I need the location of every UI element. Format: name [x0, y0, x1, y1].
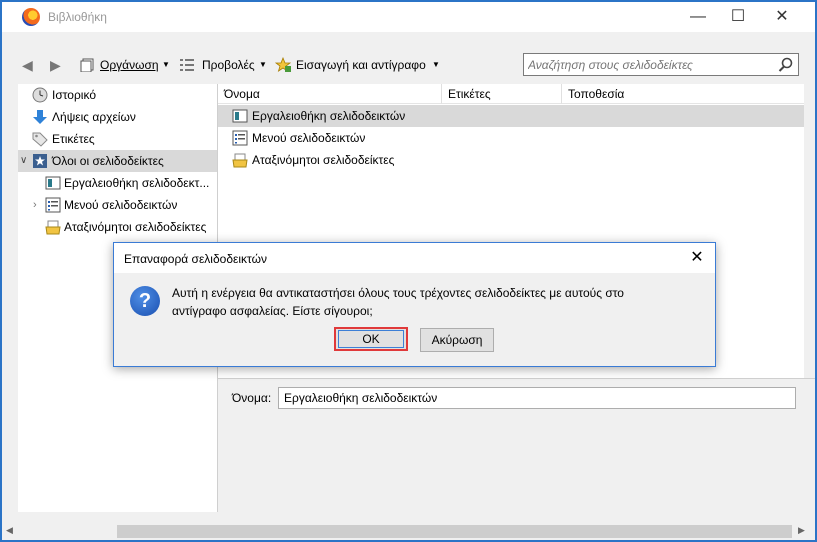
- import-label: Εισαγωγή και αντίγραφο: [296, 58, 426, 72]
- table-row[interactable]: Εργαλειοθήκη σελιδοδεικτών: [218, 105, 804, 127]
- sidebar-item-tags[interactable]: Ετικέτες: [18, 128, 217, 150]
- table-row[interactable]: Μενού σελιδοδεικτών: [218, 127, 804, 149]
- search-box[interactable]: [523, 53, 799, 76]
- sidebar-item-label: Ιστορικό: [52, 88, 97, 102]
- search-input[interactable]: [528, 56, 768, 73]
- column-header-tags[interactable]: Ετικέτες: [442, 84, 562, 104]
- import-star-icon: [275, 57, 291, 73]
- name-label: Όνομα:: [232, 391, 272, 405]
- sidebar-item-bookmarks-toolbar[interactable]: Εργαλειοθήκη σελιδοδεκτ...: [18, 172, 217, 194]
- vertical-scrollbar[interactable]: [804, 84, 815, 378]
- table-row[interactable]: Αταξινόμητοι σελιδοδείκτες: [218, 149, 804, 171]
- tag-icon: [32, 131, 48, 147]
- column-header-name[interactable]: Όνομα: [218, 84, 442, 104]
- dialog-title-bar: Επαναφορά σελιδοδεικτών ✕: [114, 243, 715, 273]
- unsorted-icon: [45, 219, 61, 235]
- maximize-button[interactable]: ☐: [715, 2, 761, 32]
- chevron-right-icon[interactable]: ›: [33, 194, 37, 216]
- toolbar: ◀ ▶ Οργάνωση ▼ Προβολές ▼ Εισαγωγή και α…: [2, 32, 815, 84]
- ok-button-label: OK: [338, 330, 404, 348]
- menu-icon: [45, 197, 61, 213]
- chevron-down-icon[interactable]: ∨: [20, 150, 27, 172]
- search-icon[interactable]: [778, 57, 794, 73]
- restore-bookmarks-dialog: Επαναφορά σελιδοδεικτών ✕ ? Αυτή η ενέργ…: [113, 242, 716, 367]
- sidebar-item-downloads[interactable]: Λήψεις αρχείων: [18, 106, 217, 128]
- close-window-button[interactable]: ✕: [759, 2, 805, 32]
- toolbar-icon: [232, 108, 248, 124]
- sidebar-item-label: Ετικέτες: [52, 132, 95, 146]
- title-bar: Βιβλιοθήκη — ☐ ✕: [2, 2, 815, 32]
- scroll-left-icon[interactable]: ◀: [6, 525, 13, 536]
- forward-button[interactable]: ▶: [50, 54, 61, 76]
- library-window: Βιβλιοθήκη — ☐ ✕ ◀ ▶ Οργάνωση ▼ Προβολές…: [0, 0, 817, 542]
- sidebar-item-bookmarks-menu[interactable]: › Μενού σελιδοδεικτών: [18, 194, 217, 216]
- row-name: Μενού σελιδοδεικτών: [252, 131, 366, 145]
- row-name: Εργαλειοθήκη σελιδοδεικτών: [252, 109, 406, 123]
- sidebar-item-unsorted[interactable]: Αταξινόμητοι σελιδοδείκτες: [18, 216, 217, 238]
- close-icon[interactable]: ✕: [683, 245, 711, 271]
- sidebar-item-label: Μενού σελιδοδεικτών: [64, 198, 178, 212]
- sidebar-item-label: Όλοι οι σελιδοδείκτες: [52, 154, 164, 168]
- dialog-title: Επαναφορά σελιδοδεικτών: [124, 252, 267, 266]
- scroll-right-icon[interactable]: ▶: [798, 525, 805, 536]
- dialog-message-line: Αυτή η ενέργεια θα αντικαταστήσει όλους …: [172, 286, 624, 300]
- column-header-location[interactable]: Τοποθεσία: [562, 84, 804, 104]
- back-button[interactable]: ◀: [22, 54, 33, 76]
- dialog-message-line: αντίγραφο ασφαλείας. Είστε σίγουροι;: [172, 304, 373, 318]
- organize-icon: [80, 58, 94, 72]
- question-icon: ?: [130, 286, 160, 316]
- clock-icon: [32, 87, 48, 103]
- scrollbar-thumb[interactable]: [117, 525, 792, 538]
- cancel-button[interactable]: Ακύρωση: [420, 328, 494, 352]
- ok-button[interactable]: OK: [334, 327, 408, 351]
- star-icon: [32, 153, 48, 169]
- menu-icon: [232, 130, 248, 146]
- organize-label: Οργάνωση: [100, 58, 159, 72]
- dropdown-arrow-icon: ▼: [259, 60, 267, 69]
- dropdown-arrow-icon: ▼: [432, 60, 440, 69]
- unsorted-icon: [232, 152, 248, 168]
- toolbar-icon: [45, 175, 61, 191]
- name-field[interactable]: Εργαλειοθήκη σελιδοδεικτών: [278, 387, 796, 409]
- sidebar-item-label: Αταξινόμητοι σελιδοδείκτες: [64, 220, 207, 234]
- firefox-icon: [22, 8, 40, 26]
- sidebar-item-all-bookmarks[interactable]: ∨ Όλοι οι σελιδοδείκτες: [18, 150, 217, 172]
- horizontal-scrollbar[interactable]: ◀ ▶: [2, 523, 815, 540]
- window-title: Βιβλιοθήκη: [48, 10, 107, 24]
- download-icon: [32, 109, 48, 125]
- details-pane: Όνομα: Εργαλειοθήκη σελιδοδεικτών: [218, 378, 815, 512]
- row-name: Αταξινόμητοι σελιδοδείκτες: [252, 153, 395, 167]
- views-label: Προβολές: [202, 58, 255, 72]
- dialog-message: Αυτή η ενέργεια θα αντικαταστήσει όλους …: [172, 284, 702, 320]
- dropdown-arrow-icon: ▼: [162, 60, 170, 69]
- views-icon: [180, 58, 194, 72]
- sidebar-item-history[interactable]: Ιστορικό: [18, 84, 217, 106]
- sidebar-item-label: Εργαλειοθήκη σελιδοδεκτ...: [64, 176, 210, 190]
- sidebar-item-label: Λήψεις αρχείων: [52, 110, 136, 124]
